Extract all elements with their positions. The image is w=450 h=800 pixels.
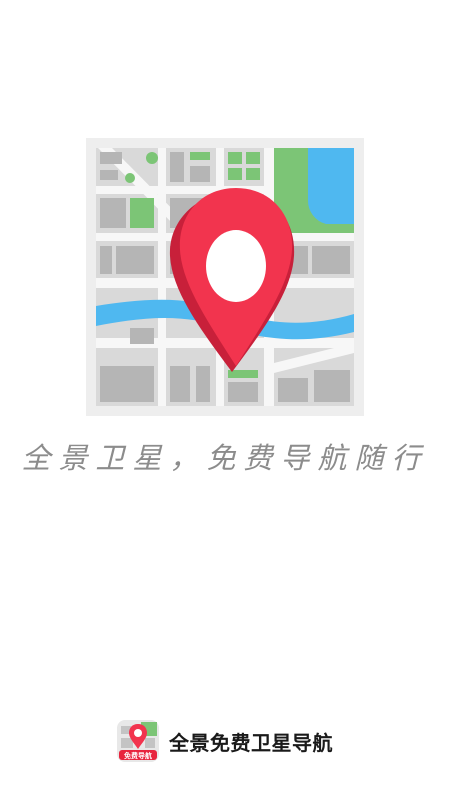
app-logo-icon: 免费导航 [117, 720, 159, 762]
app-logo-label: 免费导航 [124, 751, 152, 760]
app-branding: 免费导航 全景免费卫星导航 [0, 718, 450, 764]
map-pin-icon [86, 138, 364, 416]
app-name: 全景免费卫星导航 [169, 730, 333, 755]
splash-screen: 全景卫星，免费导航随行 免费导航 全景免费卫星导航 [0, 0, 450, 800]
slogan-text: 全景卫星，免费导航随行 [21, 441, 429, 475]
